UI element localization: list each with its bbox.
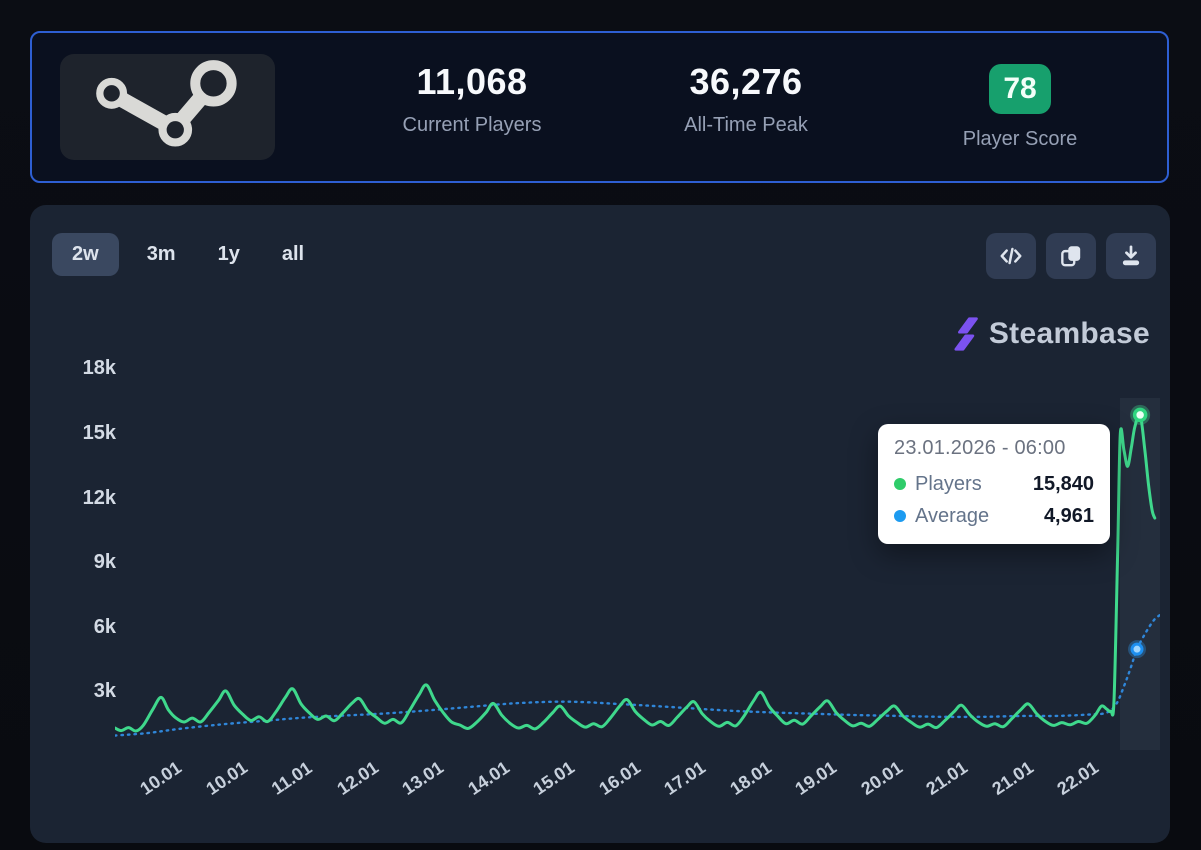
stats-card: 11,068 Current Players 36,276 All-Time P… [30,31,1169,183]
y-tick-label: 12k [82,486,116,509]
stat-player-score: 78 Player Score [883,63,1157,151]
y-tick-label: 9k [93,551,116,574]
download-button[interactable] [1106,233,1156,279]
x-tick-label: 18.01 [725,757,775,799]
x-tick-label: 19.01 [791,757,840,799]
average-marker [1130,642,1144,656]
stat-current-players: 11,068 Current Players [335,60,609,151]
steambase-logo[interactable]: Steambase [954,315,1150,353]
chart-panel: 2w 3m 1y all Steambase 18k 15k 12k 9k 6k… [30,205,1170,843]
copy-button[interactable] [1046,233,1096,279]
download-icon [1122,245,1140,266]
tooltip-average-label: Average [915,504,990,527]
stat-all-time-peak: 36,276 All-Time Peak [609,60,883,151]
range-button-1y[interactable]: 1y [204,233,254,276]
chart-actions [986,233,1156,279]
x-tick-label: 12.01 [332,757,382,799]
current-players-value: 11,068 [416,60,528,102]
current-players-label: Current Players [402,113,542,136]
tooltip-players-row: Players 15,840 [894,468,1094,500]
tooltip-average-value: 4,961 [1043,504,1094,527]
hover-highlight-band [1120,398,1160,750]
range-button-all[interactable]: all [268,233,318,276]
range-button-3m[interactable]: 3m [133,233,190,276]
player-score-label: Player Score [962,127,1078,150]
steambase-glyph-icon [954,317,978,351]
x-tick-label: 15.01 [529,757,578,799]
tooltip-players-label: Players [915,472,982,495]
x-tick-label: 21.01 [987,757,1037,799]
tooltip-players-value: 15,840 [1032,472,1094,495]
x-tick-label: 22.01 [1053,757,1102,799]
player-score-badge: 78 [989,63,1051,114]
code-icon [1000,247,1022,265]
players-dot-icon [894,478,906,490]
steambase-wordmark: Steambase [988,317,1150,350]
average-dot-icon [894,510,906,522]
x-tick-label: 10.01 [201,757,251,799]
y-tick-label: 18k [82,357,116,380]
x-tick-label: 14.01 [463,757,513,799]
all-time-peak-value: 36,276 [689,60,803,102]
steam-logo-tile [60,54,275,160]
time-range-selector: 2w 3m 1y all [52,233,318,276]
x-tick-label: 20.01 [856,757,906,799]
y-tick-label: 15k [82,422,116,444]
chart-tooltip: 23.01.2026 - 06:00 Players 15,840 Averag… [878,424,1110,544]
players-marker [1132,407,1148,423]
all-time-peak-label: All-Time Peak [684,113,808,136]
x-tick-label: 16.01 [594,757,644,799]
x-tick-label: 10.01 [136,757,185,799]
x-tick-label: 13.01 [398,757,447,799]
x-tick-label: 21.01 [922,757,971,799]
embed-code-button[interactable] [986,233,1036,279]
range-button-2w[interactable]: 2w [52,233,119,276]
page: 11,068 Current Players 36,276 All-Time P… [0,0,1201,850]
steam-icon [95,60,237,147]
y-tick-label: 6k [93,615,116,638]
player-chart[interactable] [115,360,1160,756]
tooltip-average-row: Average 4,961 [894,500,1094,532]
x-tick-label: 11.01 [267,757,316,799]
x-tick-label: 17.01 [660,757,709,799]
stats-row: 11,068 Current Players 36,276 All-Time P… [335,60,1157,151]
y-tick-label: 3k [93,680,116,703]
copy-icon [1061,246,1081,267]
tooltip-date: 23.01.2026 - 06:00 [894,437,1066,459]
